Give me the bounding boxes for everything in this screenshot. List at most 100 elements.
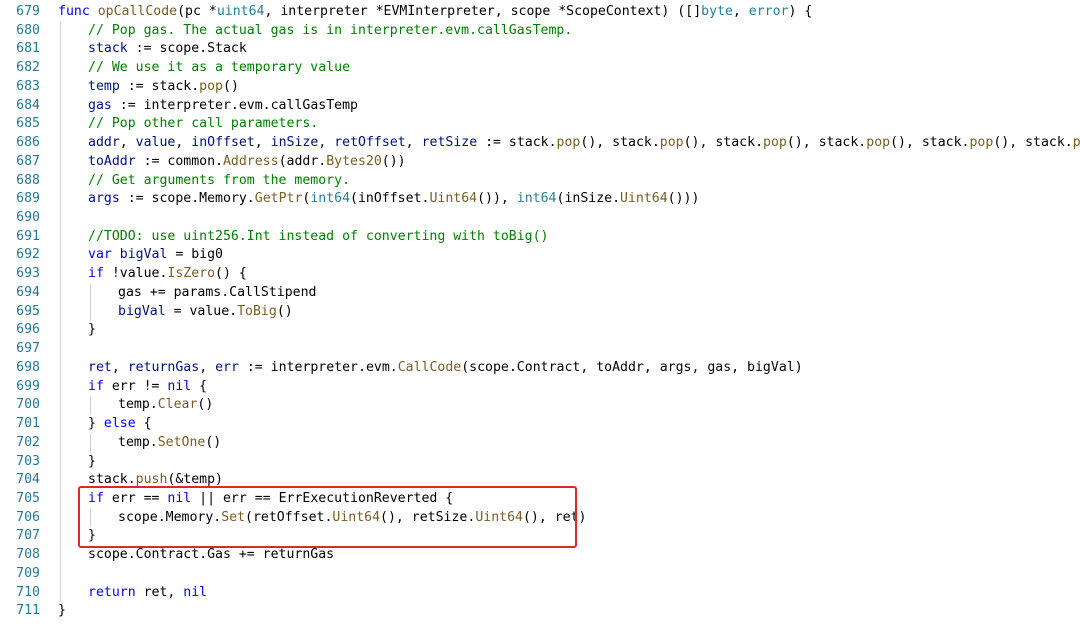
code-editor[interactable]: 679 func opCallCode(pc *uint64, interpret…: [0, 0, 1080, 625]
line-number: 689: [16, 191, 40, 207]
code-token: gas += params.CallStipend: [118, 284, 317, 300]
code-token: ,: [318, 135, 335, 151]
code-token: err: [215, 359, 239, 375]
line-number: 695: [16, 303, 40, 319]
code-text: bigVal = value.ToBig(): [118, 303, 293, 322]
code-text: var bigVal = big0: [88, 246, 223, 265]
code-line: 697: [0, 340, 1080, 359]
code-token: () {: [215, 266, 247, 282]
line-number: 702: [16, 434, 40, 450]
code-token: Uint64: [429, 191, 478, 207]
code-token: // Pop gas. The actual gas is in interpr…: [88, 22, 573, 38]
code-token: (&temp): [167, 472, 223, 488]
code-token: := scope.Memory.: [119, 191, 255, 207]
code-token: (inSize.: [556, 191, 621, 207]
code-token: ret: [88, 359, 112, 375]
code-token: // Get arguments from the memory.: [88, 172, 351, 188]
code-token: := common.: [135, 153, 223, 169]
code-text: }: [58, 602, 66, 621]
code-text: temp.SetOne(): [118, 434, 221, 453]
code-token: pop: [659, 135, 684, 151]
code-line: 679 func opCallCode(pc *uint64, interpret…: [0, 3, 1080, 22]
code-line: 710 return ret, nil: [0, 584, 1080, 603]
code-token: value: [135, 135, 176, 151]
code-token: returnGas: [127, 359, 200, 375]
code-line: 692 var bigVal = big0: [0, 246, 1080, 265]
code-token: retOffset: [334, 135, 406, 151]
code-token: args: [88, 191, 120, 207]
line-number: 680: [16, 22, 40, 38]
line-number: 693: [16, 266, 40, 282]
code-token: bigVal: [119, 247, 168, 263]
code-token: := stack.: [477, 135, 557, 151]
line-number: 708: [16, 547, 40, 563]
code-line: 688 // Get arguments from the memory.: [0, 172, 1080, 191]
code-token: = value.: [165, 303, 238, 319]
line-number: 682: [16, 60, 40, 76]
highlight-box: [78, 486, 577, 548]
code-token: SetOne: [157, 434, 206, 450]
code-token: }: [88, 453, 96, 469]
code-line: 703}: [0, 453, 1080, 472]
code-token: (), stack.: [683, 135, 764, 151]
code-line: 695 bigVal = value.ToBig(): [0, 303, 1080, 322]
code-token: Uint64: [620, 191, 668, 207]
code-token: stack: [88, 41, 128, 57]
code-token: // We use it as a temporary value: [88, 60, 351, 76]
code-token: temp: [88, 78, 120, 94]
code-token: }: [88, 322, 96, 338]
code-line: 689 args := scope.Memory.GetPtr(int64(inO…: [0, 190, 1080, 209]
line-number: 679: [16, 4, 40, 19]
code-token: nil: [183, 584, 208, 600]
code-token: ,: [405, 135, 422, 151]
code-token: GetPtr: [254, 191, 303, 207]
code-token: return: [88, 584, 144, 600]
code-token: (addr.: [278, 153, 327, 169]
code-token: ,: [111, 359, 128, 375]
code-line: 681 stack := scope.Stack: [0, 40, 1080, 59]
code-token: }: [58, 603, 66, 619]
code-token: temp.: [118, 397, 158, 413]
code-line: 694 gas += params.CallStipend: [0, 284, 1080, 303]
line-number: 706: [16, 509, 40, 525]
code-token: IsZero: [167, 266, 216, 282]
code-token: int64: [516, 191, 557, 207]
line-number: 683: [16, 78, 40, 94]
code-token: (): [223, 78, 239, 94]
code-token: ()): [381, 153, 406, 169]
code-line: 701} else {: [0, 415, 1080, 434]
code-token: ,: [254, 135, 271, 151]
code-token: error: [748, 4, 789, 19]
code-token: ())): [667, 191, 700, 207]
code-text: scope.Contract.Gas += returnGas: [88, 546, 334, 565]
code-line: 693 if !value.IsZero() {: [0, 265, 1080, 284]
code-token: inSize: [270, 135, 319, 151]
code-token: := stack.: [119, 78, 200, 94]
line-number: 696: [16, 322, 40, 338]
line-number: 703: [16, 453, 40, 469]
code-token: nil: [167, 378, 192, 394]
line-number: 685: [16, 116, 40, 132]
code-token: stack.: [88, 472, 136, 488]
line-number: 687: [16, 153, 40, 169]
line-number: 699: [16, 378, 40, 394]
code-token: scope.Contract.Gas += returnGas: [88, 547, 335, 563]
code-token: retSize: [421, 135, 478, 151]
line-number: 694: [16, 284, 40, 300]
code-token: CallCode: [397, 359, 462, 375]
code-token: pop: [1072, 135, 1080, 151]
code-line: 708 scope.Contract.Gas += returnGas: [0, 546, 1080, 565]
code-token: Bytes20: [326, 153, 382, 169]
code-text: // Pop other call parameters.: [88, 115, 318, 134]
code-token: else: [103, 416, 136, 432]
line-number: 704: [16, 472, 40, 488]
code-text: }: [88, 453, 96, 472]
code-token: uint64: [216, 4, 265, 19]
code-token: (), stack.: [993, 135, 1073, 151]
code-text: func opCallCode(pc *uint64, interpreter …: [58, 3, 812, 22]
line-number: 690: [16, 210, 40, 226]
code-token: if: [88, 266, 112, 282]
code-line: 683 temp := stack.pop(): [0, 78, 1080, 97]
code-token: if: [88, 378, 112, 394]
code-text: gas += params.CallStipend: [118, 284, 317, 303]
